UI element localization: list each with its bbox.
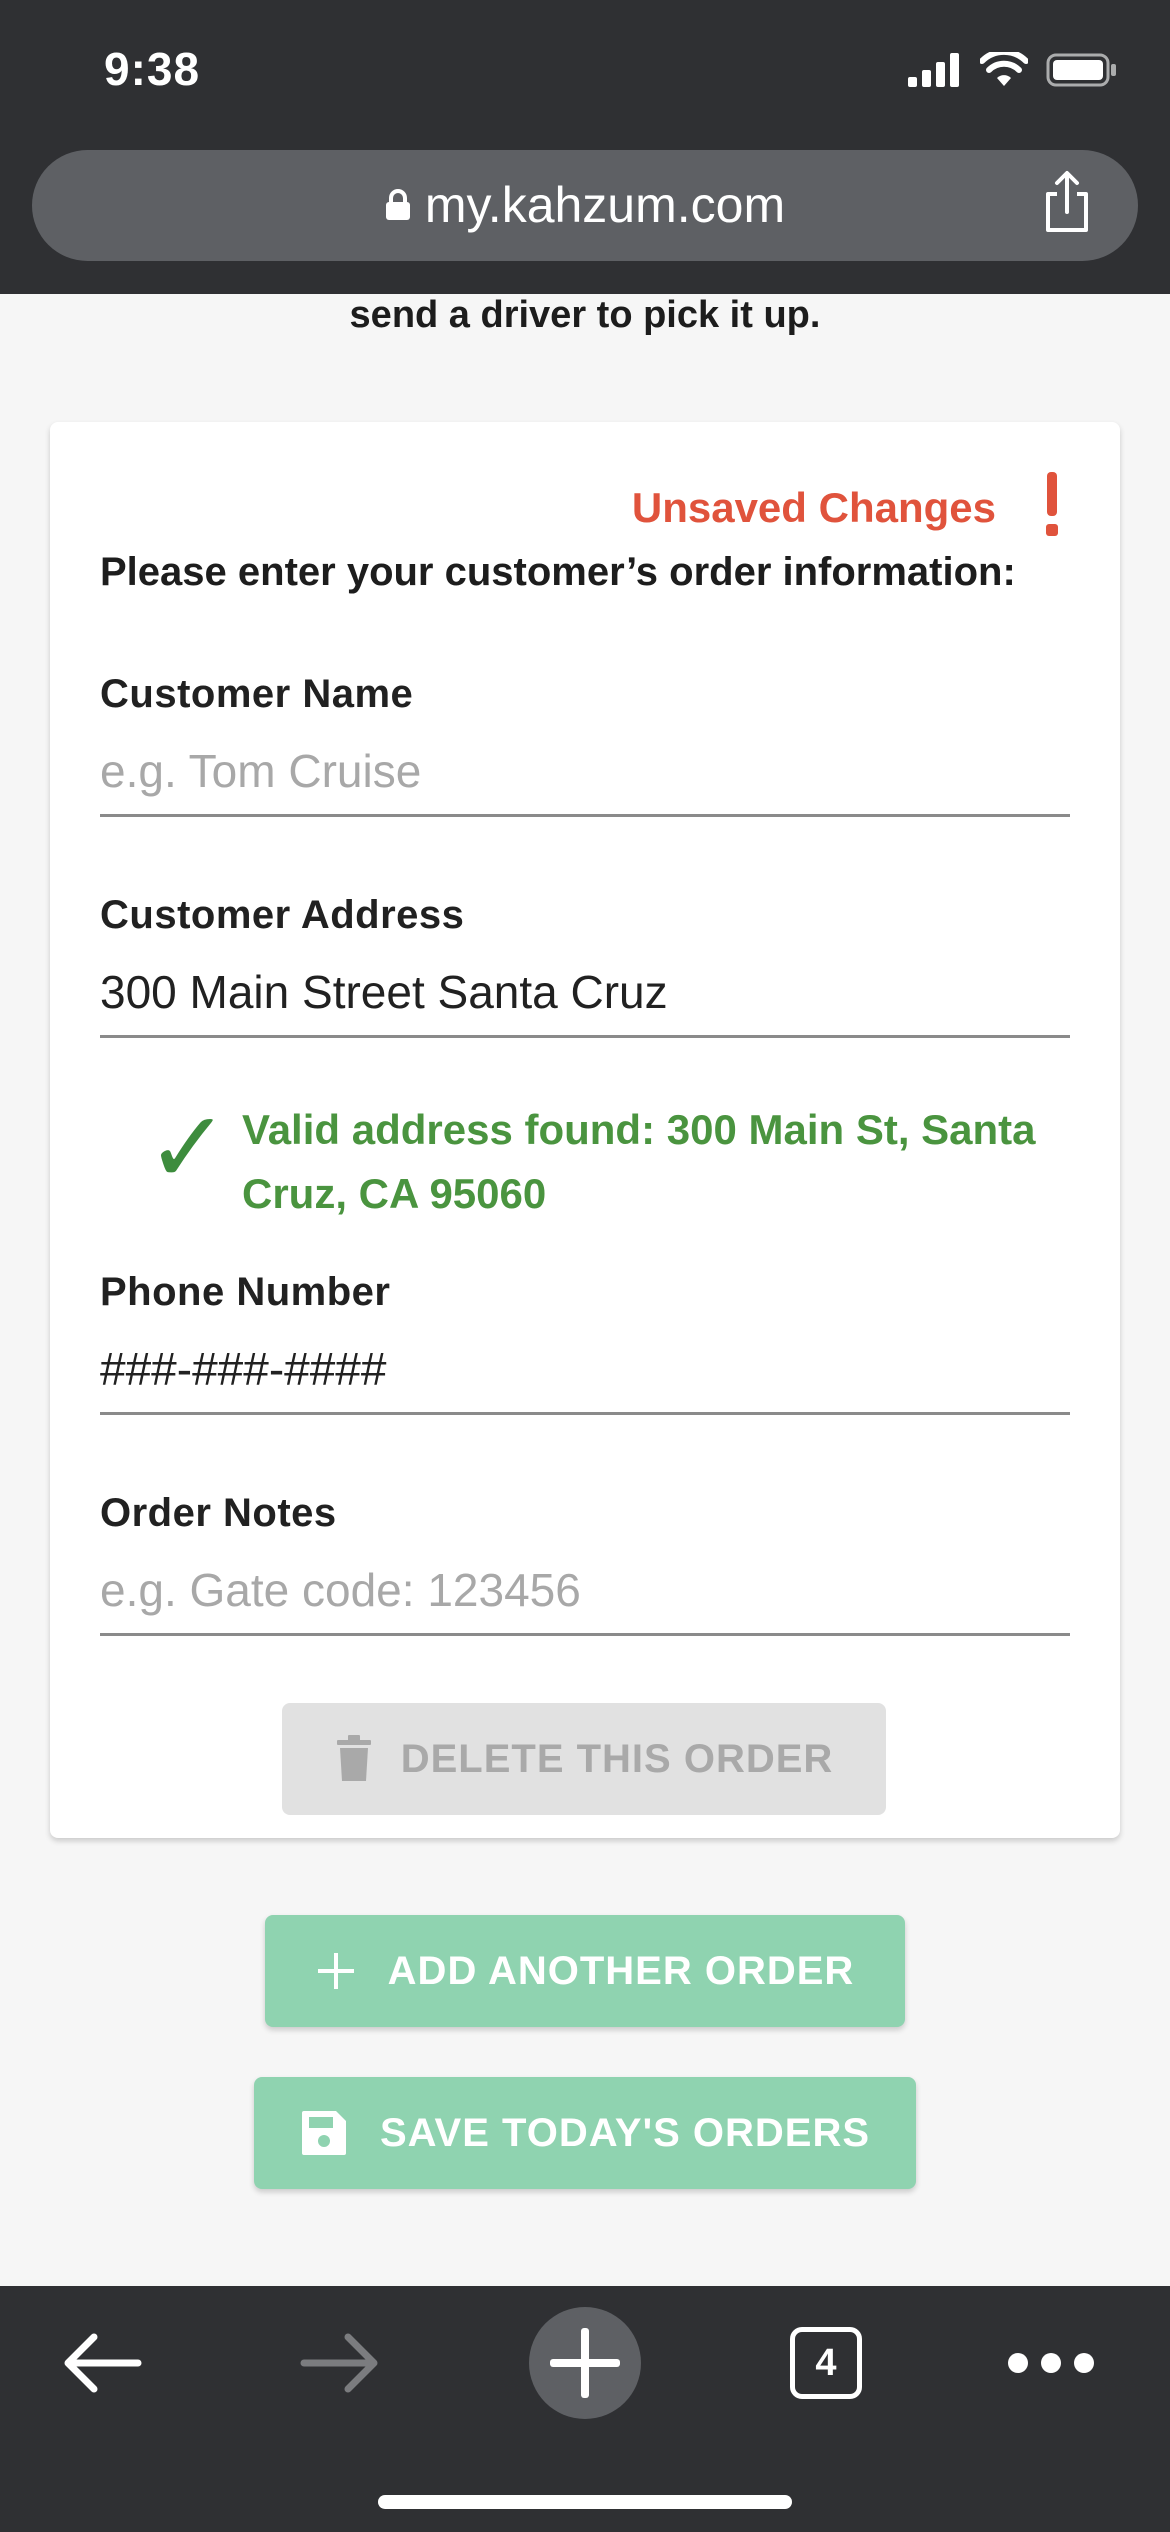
floppy-disk-icon — [301, 2111, 346, 2155]
add-another-order-button[interactable]: ADD ANOTHER ORDER — [265, 1915, 905, 2027]
signal-icon — [908, 53, 959, 87]
order-card: Unsaved Changes Please enter your custom… — [50, 422, 1120, 1838]
phone-number-label: Phone Number — [100, 1270, 391, 1314]
share-icon[interactable] — [1040, 170, 1094, 236]
plus-circle-icon — [529, 2307, 641, 2419]
status-icons — [908, 52, 1118, 88]
tabs-button[interactable]: 4 — [776, 2306, 876, 2420]
trash-icon — [336, 1735, 371, 1781]
unsaved-changes-label: Unsaved Changes — [631, 484, 996, 531]
plus-icon — [317, 1953, 354, 1989]
back-arrow-icon — [64, 2333, 142, 2393]
url-display: my.kahzum.com — [32, 176, 1138, 234]
status-time: 9:38 — [104, 43, 201, 95]
phone-number-input[interactable] — [100, 1325, 1070, 1415]
order-notes-input[interactable] — [100, 1546, 1070, 1636]
address-validation-message: Valid address found: 300 Main St, Santa … — [242, 1106, 1036, 1217]
page-content: send a driver to pick it up. Unsaved Cha… — [0, 294, 1170, 2286]
forward-button[interactable] — [290, 2306, 390, 2420]
delete-order-label: DELETE THIS ORDER — [400, 1736, 834, 1781]
tab-count-icon: 4 — [790, 2327, 862, 2399]
url-text: my.kahzum.com — [424, 177, 786, 233]
exclamation-icon — [1044, 472, 1060, 536]
home-indicator — [378, 2495, 792, 2509]
tab-count: 4 — [815, 2341, 837, 2384]
new-tab-button[interactable] — [528, 2306, 642, 2420]
battery-icon — [1046, 53, 1116, 87]
checkmark-icon: ✓ — [146, 1092, 230, 1204]
ellipsis-icon — [1008, 2353, 1094, 2373]
more-options-button[interactable] — [996, 2306, 1106, 2420]
address-bar[interactable]: my.kahzum.com — [32, 150, 1138, 261]
add-another-order-label: ADD ANOTHER ORDER — [387, 1948, 855, 1993]
customer-name-label: Customer Name — [100, 672, 414, 716]
lock-icon — [385, 188, 410, 220]
save-todays-orders-button[interactable]: SAVE TODAY'S ORDERS — [254, 2077, 916, 2189]
order-notes-label: Order Notes — [100, 1491, 337, 1535]
intro-text: send a driver to pick it up. — [349, 294, 821, 336]
forward-arrow-icon — [300, 2333, 378, 2393]
delete-order-button[interactable]: DELETE THIS ORDER — [282, 1703, 886, 1815]
customer-address-input[interactable] — [100, 948, 1070, 1038]
customer-name-input[interactable] — [100, 727, 1070, 817]
back-button[interactable] — [52, 2306, 152, 2420]
form-instructions: Please enter your customer’s order infor… — [100, 550, 1016, 594]
save-todays-orders-label: SAVE TODAY'S ORDERS — [379, 2110, 871, 2155]
wifi-icon — [980, 52, 1028, 86]
browser-top-bar: 9:38 my.kahzum.com — [0, 0, 1170, 294]
customer-address-label: Customer Address — [100, 893, 465, 937]
